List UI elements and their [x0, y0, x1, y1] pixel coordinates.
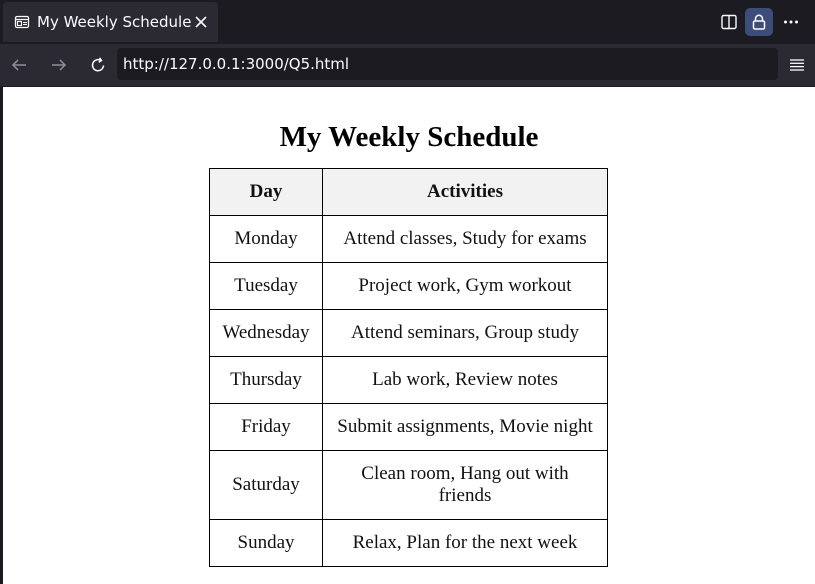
- more-icon[interactable]: [777, 8, 805, 36]
- activities-cell: Lab work, Review notes: [322, 356, 608, 404]
- tab-strip: My Weekly Schedule: [0, 0, 815, 44]
- back-arrow-icon[interactable]: [5, 51, 33, 79]
- table-row: Thursday Lab work, Review notes: [209, 356, 608, 404]
- day-cell: Thursday: [209, 356, 323, 404]
- day-cell: Tuesday: [209, 262, 323, 310]
- day-cell: Saturday: [209, 450, 323, 520]
- activities-cell: Clean room, Hang out with friends: [322, 450, 608, 520]
- activities-cell: Relax, Plan for the next week: [322, 519, 608, 567]
- tab-my-weekly-schedule[interactable]: My Weekly Schedule: [3, 2, 218, 42]
- table-row: Friday Submit assignments, Movie night: [209, 403, 608, 451]
- table-row: Wednesday Attend seminars, Group study: [209, 309, 608, 357]
- day-cell: Friday: [209, 403, 323, 451]
- table-row: Monday Attend classes, Study for exams: [209, 215, 608, 263]
- activities-cell: Attend seminars, Group study: [322, 309, 608, 357]
- forward-arrow-icon[interactable]: [45, 51, 73, 79]
- table-row: Tuesday Project work, Gym workout: [209, 262, 608, 310]
- page-title: My Weekly Schedule: [279, 121, 539, 153]
- menu-icon[interactable]: [783, 51, 811, 79]
- address-bar[interactable]: http://127.0.0.1:3000/Q5.html: [117, 48, 778, 80]
- page-content: My Weekly Schedule Day Activities Monday…: [3, 87, 815, 584]
- day-cell: Sunday: [209, 519, 323, 567]
- table-row: Saturday Clean room, Hang out with frien…: [209, 450, 608, 520]
- table-row: Sunday Relax, Plan for the next week: [209, 519, 608, 567]
- activities-cell: Attend classes, Study for exams: [322, 215, 608, 263]
- activities-cell: Project work, Gym workout: [322, 262, 608, 310]
- sidebar-icon[interactable]: [715, 8, 743, 36]
- lock-icon[interactable]: [745, 8, 773, 36]
- tab-title: My Weekly Schedule: [37, 13, 192, 31]
- table-header-row: Day Activities: [209, 168, 608, 216]
- schedule-table: Day Activities Monday Attend classes, St…: [209, 168, 608, 567]
- navigation-bar: http://127.0.0.1:3000/Q5.html: [0, 44, 815, 86]
- column-header-day: Day: [209, 168, 323, 216]
- activities-cell: Submit assignments, Movie night: [322, 403, 608, 451]
- day-cell: Wednesday: [209, 309, 323, 357]
- close-icon[interactable]: [191, 11, 210, 33]
- reload-icon[interactable]: [84, 51, 112, 79]
- day-cell: Monday: [209, 215, 323, 263]
- url-text: http://127.0.0.1:3000/Q5.html: [123, 55, 350, 73]
- column-header-activities: Activities: [322, 168, 608, 216]
- page-icon: [14, 13, 30, 31]
